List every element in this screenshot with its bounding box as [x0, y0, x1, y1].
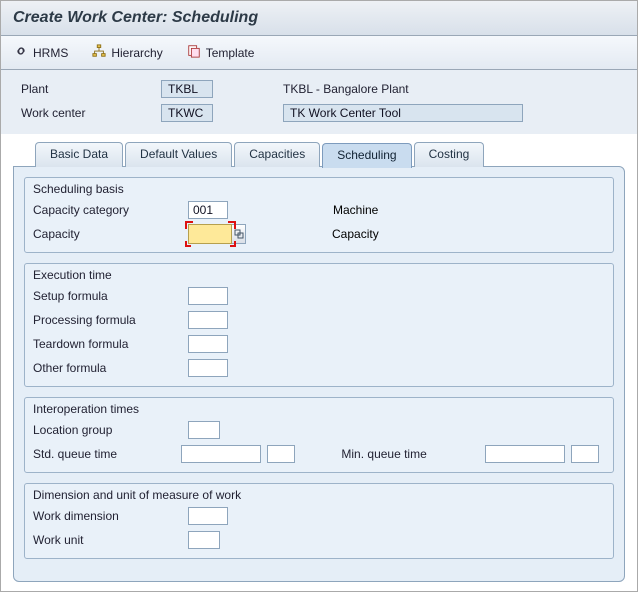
other-formula-input[interactable]	[188, 359, 228, 377]
work-dimension-label: Work dimension	[33, 509, 188, 523]
hrms-button[interactable]: HRMS	[11, 42, 71, 63]
group-dimension-uom: Dimension and unit of measure of work Wo…	[24, 483, 614, 559]
std-queue-time-label: Std. queue time	[33, 447, 181, 461]
hrms-label: HRMS	[33, 46, 68, 60]
tabstrip: Basic Data Default Values Capacities Sch…	[35, 142, 625, 167]
window: Create Work Center: Scheduling HRMS Hier…	[0, 0, 638, 592]
tab-costing[interactable]: Costing	[414, 142, 485, 167]
plant-description: TKBL - Bangalore Plant	[283, 82, 453, 96]
processing-formula-label: Processing formula	[33, 313, 188, 327]
workcenter-label: Work center	[21, 106, 161, 120]
work-unit-label: Work unit	[33, 533, 188, 547]
teardown-formula-label: Teardown formula	[33, 337, 188, 351]
group-scheduling-basis: Scheduling basis Capacity category Machi…	[24, 177, 614, 253]
template-button[interactable]: Template	[184, 42, 258, 63]
processing-formula-input[interactable]	[188, 311, 228, 329]
group-title: Execution time	[25, 264, 613, 284]
tab-default-values[interactable]: Default Values	[125, 142, 232, 167]
workcenter-description: TK Work Center Tool	[283, 104, 523, 122]
group-title: Scheduling basis	[25, 178, 613, 198]
location-group-input[interactable]	[188, 421, 220, 439]
setup-formula-input[interactable]	[188, 287, 228, 305]
location-group-label: Location group	[33, 423, 188, 437]
setup-formula-label: Setup formula	[33, 289, 188, 303]
group-title: Dimension and unit of measure of work	[25, 484, 613, 504]
min-queue-time-unit-input[interactable]	[571, 445, 599, 463]
teardown-formula-input[interactable]	[188, 335, 228, 353]
template-label: Template	[206, 46, 255, 60]
capacity-input-wrapper	[188, 224, 246, 244]
header-area: Plant TKBL TKBL - Bangalore Plant Work c…	[1, 70, 637, 134]
group-execution-time: Execution time Setup formula Processing …	[24, 263, 614, 387]
other-formula-label: Other formula	[33, 361, 188, 375]
template-icon	[187, 44, 201, 61]
capacity-label: Capacity	[33, 227, 188, 241]
group-interoperation-times: Interoperation times Location group Std.…	[24, 397, 614, 473]
page-title: Create Work Center: Scheduling	[13, 9, 625, 27]
std-queue-time-input[interactable]	[181, 445, 261, 463]
std-queue-time-unit-input[interactable]	[267, 445, 295, 463]
app-toolbar: HRMS Hierarchy Template	[1, 36, 637, 70]
hierarchy-button[interactable]: Hierarchy	[89, 42, 165, 63]
capacity-category-input[interactable]	[188, 201, 228, 219]
capacity-input[interactable]	[188, 224, 232, 244]
f4-icon	[234, 229, 244, 239]
work-unit-input[interactable]	[188, 531, 220, 549]
group-title: Interoperation times	[25, 398, 613, 418]
work-dimension-input[interactable]	[188, 507, 228, 525]
capacity-category-label: Capacity category	[33, 203, 188, 217]
min-queue-time-input[interactable]	[485, 445, 565, 463]
capacity-category-text: Machine	[333, 203, 378, 217]
tab-scheduling[interactable]: Scheduling	[322, 143, 411, 168]
plant-label: Plant	[21, 82, 161, 96]
plant-value: TKBL	[161, 80, 213, 98]
tab-panel-scheduling: Scheduling basis Capacity category Machi…	[13, 166, 625, 582]
link-icon	[14, 44, 28, 61]
hierarchy-label: Hierarchy	[111, 46, 162, 60]
tab-basic-data[interactable]: Basic Data	[35, 142, 123, 167]
min-queue-time-label: Min. queue time	[341, 447, 485, 461]
tab-capacities[interactable]: Capacities	[234, 142, 320, 167]
capacity-text: Capacity	[332, 227, 379, 241]
workcenter-value: TKWC	[161, 104, 213, 122]
titlebar: Create Work Center: Scheduling	[1, 1, 637, 36]
hierarchy-icon	[92, 44, 106, 61]
